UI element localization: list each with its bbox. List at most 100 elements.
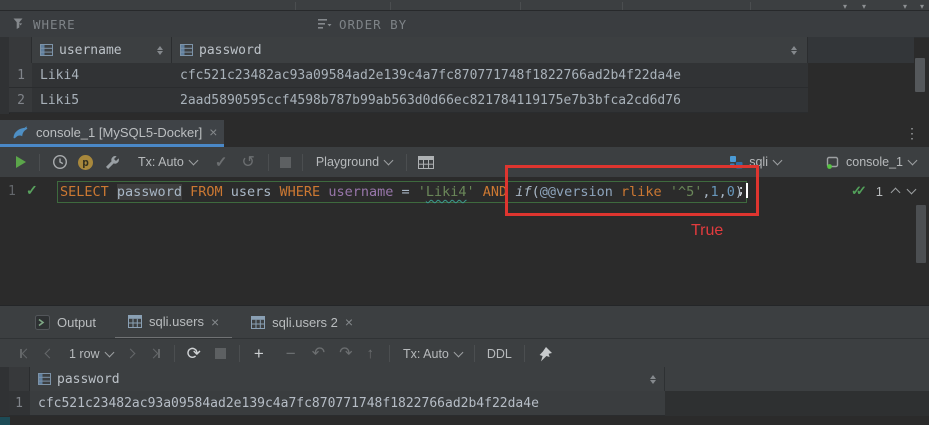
grid-scrollbar[interactable]: [914, 37, 926, 114]
chevron-down-icon: [384, 156, 394, 166]
scrollbar-thumb[interactable]: [916, 205, 926, 263]
where-filter-field[interactable]: WHERE: [13, 11, 76, 37]
table-row[interactable]: 1 Liki4 cfc521c23482ac93a09584ad2e139c4a…: [0, 63, 929, 88]
results-grid-icon[interactable]: [418, 156, 434, 169]
history-clock-icon[interactable]: [52, 154, 68, 170]
stop-button[interactable]: [215, 348, 226, 359]
ddl-button[interactable]: DDL: [487, 347, 512, 361]
sort-arrows-icon[interactable]: [791, 46, 797, 55]
reload-button[interactable]: ⟳: [187, 346, 201, 361]
bottom-tab-bar: Output sqli.users × sqli.users 2 ×: [0, 305, 929, 339]
chevron-down-icon: ▾: [903, 3, 907, 11]
chevron-down-icon: [773, 156, 783, 166]
session-label: console_1: [846, 155, 903, 169]
password-cell[interactable]: cfc521c23482ac93a09584ad2e139c4a7fc87077…: [172, 63, 808, 88]
table-grid-icon: [251, 316, 265, 329]
tab-label: Output: [57, 315, 96, 330]
grid-corner-cell: [9, 367, 30, 391]
tab-label: sqli.users 2: [272, 315, 338, 330]
password-cell[interactable]: 2aad5890595ccf4598b787b99ab563d0d66ec821…: [172, 88, 808, 113]
tab-console-1[interactable]: console_1 [MySQL5-Docker] ×: [0, 120, 224, 144]
chevron-up-icon[interactable]: [891, 188, 901, 198]
tab-output[interactable]: Output: [22, 306, 109, 338]
playground-dropdown[interactable]: Playground: [316, 155, 392, 169]
session-icon: [825, 155, 840, 169]
stop-button[interactable]: [280, 157, 291, 168]
execute-button[interactable]: [16, 156, 26, 168]
tab-sqli-users[interactable]: sqli.users ×: [115, 306, 232, 339]
column-header-password[interactable]: password: [30, 367, 665, 391]
chevron-down-icon: ▾: [843, 3, 847, 11]
tx-mode-label: Tx: Auto: [138, 155, 184, 169]
grid-filter-bar: WHERE ORDER BY: [0, 11, 929, 38]
commit-button[interactable]: ✓: [215, 155, 228, 170]
filter-funnel-icon: [13, 18, 26, 30]
table-row[interactable]: 1 cfc521c23482ac93a09584ad2e139c4a7fc870…: [0, 391, 929, 416]
submit-button[interactable]: ↑: [367, 346, 375, 361]
annotation-true-label: True: [691, 222, 723, 240]
row-number-cell: 1: [9, 63, 32, 88]
settings-wrench-icon[interactable]: [103, 154, 119, 170]
sql-editor[interactable]: 1 ✓ SELECT password FROM users WHERE use…: [0, 177, 929, 305]
revert-button[interactable]: ↶: [312, 346, 325, 361]
line-number: 1: [8, 184, 16, 199]
order-by-filter-field[interactable]: ORDER BY: [318, 11, 407, 37]
delete-row-button[interactable]: −: [286, 346, 296, 361]
password-cell[interactable]: cfc521c23482ac93a09584ad2e139c4a7fc87077…: [30, 391, 665, 416]
truncated-top-toolbar: ▾ ▾ ▾ ▾: [0, 0, 929, 11]
sort-arrows-icon[interactable]: [157, 46, 163, 55]
row-number-cell: 2: [9, 88, 32, 113]
separator: [239, 345, 240, 362]
close-icon[interactable]: ×: [345, 316, 353, 328]
bottom-grid-header: password: [0, 367, 929, 391]
tx-mode-dropdown[interactable]: Tx: Auto: [138, 155, 197, 169]
separator: [302, 154, 303, 171]
table-grid-icon: [128, 315, 142, 328]
chevron-down-icon[interactable]: [907, 185, 917, 195]
column-header-username[interactable]: username: [32, 37, 172, 63]
separator: [406, 154, 407, 171]
separator: [474, 345, 475, 362]
redo-button[interactable]: ↷: [339, 346, 352, 361]
rollback-button[interactable]: ↺: [241, 155, 254, 170]
session-dropdown[interactable]: console_1: [825, 155, 916, 169]
editor-scrollbar[interactable]: [915, 205, 927, 275]
chevron-down-icon: ▾: [920, 3, 924, 11]
annotation-highlight-box: [505, 165, 759, 216]
grid-header-row: username password: [0, 37, 929, 63]
next-page-button[interactable]: [127, 350, 134, 357]
table-row[interactable]: 2 Liki5 2aad5890595ccf4598b787b99ab563d0…: [0, 88, 929, 113]
column-icon: [38, 373, 51, 385]
username-cell[interactable]: Liki4: [32, 63, 172, 88]
close-icon[interactable]: ×: [211, 316, 219, 328]
corner-accent: [0, 417, 10, 425]
toolbar-fragment: [390, 2, 391, 10]
chevron-down-icon: ▾: [862, 3, 866, 11]
first-page-button[interactable]: [20, 349, 30, 358]
toolbar-fragment: [295, 2, 296, 10]
row-count-label: 1 row: [69, 347, 100, 361]
parameters-button[interactable]: p: [78, 155, 93, 170]
sort-lines-icon: [318, 18, 332, 30]
column-header-password[interactable]: password: [172, 37, 808, 63]
chevron-down-icon: [453, 347, 463, 357]
grid-header-filler: [665, 367, 914, 391]
previous-page-button[interactable]: [46, 350, 53, 357]
pin-icon[interactable]: [537, 346, 553, 362]
add-row-button[interactable]: +: [254, 346, 264, 361]
close-icon[interactable]: ×: [209, 126, 217, 138]
separator: [524, 345, 525, 362]
grid-corner-cell: [9, 37, 32, 63]
scrollbar-thumb[interactable]: [915, 58, 925, 92]
username-cell[interactable]: Liki5: [32, 88, 172, 113]
last-page-button[interactable]: [150, 349, 160, 358]
toolbar-fragment: [520, 2, 521, 10]
row-count-dropdown[interactable]: 1 row: [69, 347, 113, 361]
tx-mode-dropdown[interactable]: Tx: Auto: [403, 347, 462, 361]
tab-sqli-users-2[interactable]: sqli.users 2 ×: [238, 306, 366, 338]
kebab-menu-icon[interactable]: ⋮: [905, 125, 919, 142]
tab-label: sqli.users: [149, 314, 204, 329]
sort-arrows-icon[interactable]: [650, 375, 656, 384]
chevron-down-icon: [104, 347, 114, 357]
column-header-label: password: [57, 372, 120, 387]
